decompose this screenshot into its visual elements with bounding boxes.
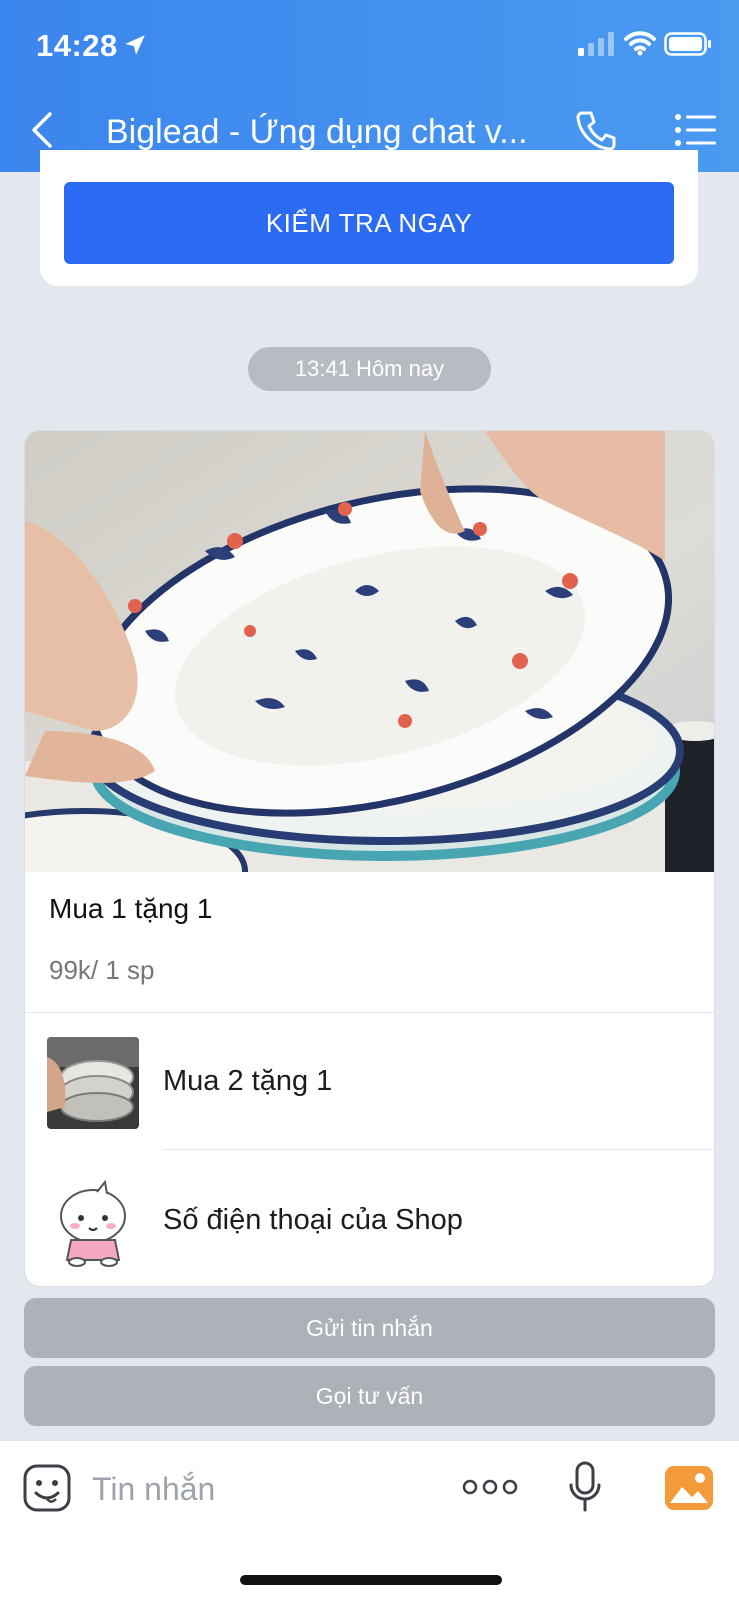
cellular-signal-icon (578, 32, 614, 56)
option-label: Số điện thoại của Shop (163, 1204, 463, 1236)
product-image[interactable] (25, 431, 714, 872)
list-menu-icon[interactable] (674, 112, 716, 148)
chat-title[interactable]: Biglead - Ứng dụng chat v... (106, 110, 546, 154)
status-bar: 14:28 (0, 0, 739, 92)
product-price: 99k/ 1 sp (49, 955, 155, 985)
battery-icon (664, 32, 711, 56)
wifi-icon (624, 31, 656, 56)
home-indicator (240, 1575, 502, 1585)
check-now-button[interactable]: KIỂM TRA NGAY (64, 182, 674, 264)
send-message-button[interactable]: Gửi tin nhắn (24, 1298, 715, 1358)
option-label: Mua 2 tặng 1 (163, 1065, 333, 1097)
option-buy-2-get-1[interactable]: Mua 2 tặng 1 (25, 1019, 714, 1149)
divider (25, 1012, 714, 1013)
phone-call-icon[interactable] (574, 108, 618, 152)
option-shop-phone[interactable]: Số điện thoại của Shop (25, 1158, 714, 1286)
product-message-card: Mua 1 tặng 1 99k/ 1 sp Mua 2 tặng 1 Số đ… (24, 430, 715, 1287)
previous-message-card: KIỂM TRA NGAY (40, 150, 698, 286)
sticker-emoji-icon[interactable] (22, 1463, 72, 1513)
more-dots-icon[interactable] (462, 1475, 518, 1499)
bowls-thumbnail-icon (47, 1037, 139, 1129)
location-arrow-icon (125, 35, 145, 55)
plates-photo (25, 431, 714, 872)
timestamp-pill: 13:41 Hôm nay (248, 347, 491, 391)
message-input-bar (0, 1440, 739, 1600)
image-gallery-icon[interactable] (664, 1465, 714, 1511)
call-advice-button[interactable]: Gọi tư vấn (24, 1366, 715, 1426)
chat-header: 14:28 Biglead - Ứng dụng chat v... (0, 0, 739, 172)
bunny-sticker-icon (47, 1176, 139, 1268)
divider (163, 1149, 714, 1150)
back-chevron-icon[interactable] (28, 110, 56, 150)
product-title: Mua 1 tặng 1 (49, 893, 213, 924)
status-time: 14:28 (36, 28, 118, 63)
microphone-icon[interactable] (568, 1461, 602, 1513)
message-input[interactable] (92, 1461, 432, 1517)
